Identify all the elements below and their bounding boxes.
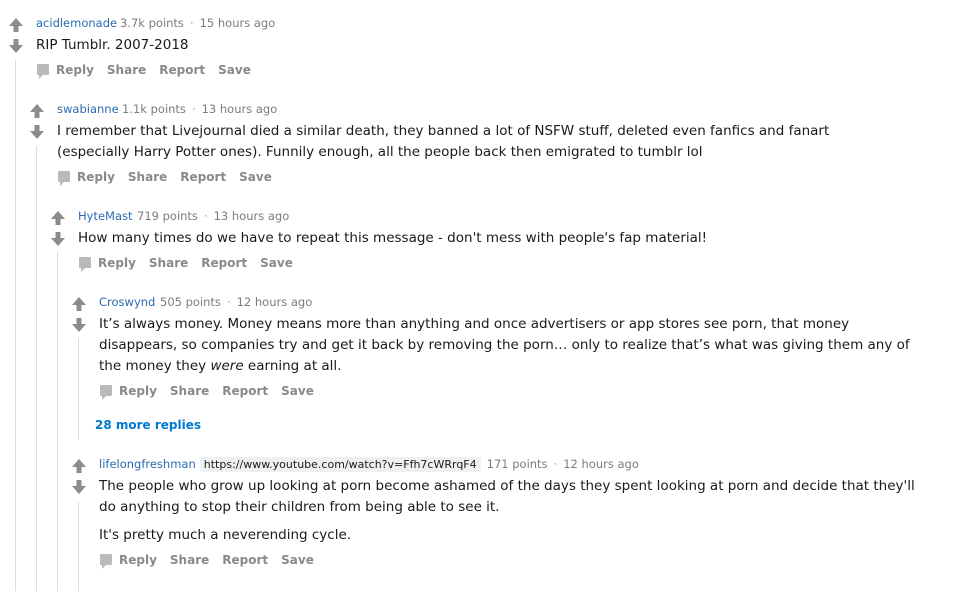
comment-text-emphasis: were: [210, 358, 244, 374]
comment-body: The people who grow up looking at porn b…: [99, 476, 915, 546]
thread-line-level-2[interactable]: [57, 252, 58, 591]
save-button[interactable]: Save: [281, 384, 314, 398]
meta-separator: ·: [226, 295, 231, 309]
save-button[interactable]: Save: [239, 170, 272, 184]
report-button[interactable]: Report: [222, 553, 268, 567]
downvote-arrow-icon[interactable]: [50, 231, 66, 247]
comment-body: RIP Tumblr. 2007-2018: [36, 35, 189, 56]
reply-button[interactable]: Reply: [79, 256, 149, 272]
comment-author[interactable]: HyteMast: [78, 209, 133, 223]
comment-text-line: do anything to stop their children from …: [99, 499, 500, 515]
comment-body: I remember that Livejournal died a simil…: [57, 121, 829, 163]
reply-button[interactable]: Reply: [37, 63, 107, 79]
comment-text-line: (especially Harry Potter ones). Funnily …: [57, 144, 703, 160]
comment-text-line: The people who grow up looking at porn b…: [99, 478, 915, 494]
comment-text: How many times do we have to repeat this…: [78, 230, 708, 246]
upvote-arrow-icon[interactable]: [8, 17, 24, 33]
report-button[interactable]: Report: [222, 384, 268, 398]
upvote-arrow-icon[interactable]: [71, 296, 87, 312]
thread-line-level-3[interactable]: [78, 338, 79, 440]
comment-actions: Reply Share Report Save: [58, 169, 285, 186]
report-button[interactable]: Report: [201, 256, 247, 270]
comment-text-line: disappears, so companies try and get it …: [99, 337, 910, 353]
comment-time[interactable]: 13 hours ago: [202, 102, 278, 116]
comment-time[interactable]: 15 hours ago: [200, 16, 276, 30]
comment-bubble-icon: [100, 553, 112, 569]
author-name[interactable]: lifelongfreshman: [99, 457, 196, 471]
comment-text: RIP Tumblr. 2007-2018: [36, 37, 189, 53]
comment-bubble-icon: [37, 63, 49, 79]
comment-points: 505 points: [160, 295, 221, 309]
comment-time[interactable]: 12 hours ago: [237, 295, 313, 309]
comment-meta: 1.1k points · 13 hours ago: [122, 102, 277, 116]
comment-author[interactable]: acidlemonade: [36, 16, 117, 30]
upvote-arrow-icon[interactable]: [50, 210, 66, 226]
downvote-arrow-icon[interactable]: [71, 317, 87, 333]
comment-text-fragment: the money they: [99, 358, 211, 374]
more-replies-link[interactable]: 28 more replies: [95, 418, 201, 432]
meta-separator: ·: [553, 457, 558, 471]
comment-author[interactable]: lifelongfreshman https://www.youtube.com/…: [99, 457, 639, 472]
comment-text-fragment: earning at all.: [243, 358, 342, 374]
comment-text-line: It’s always money. Money means more than…: [99, 316, 850, 332]
comment-bubble-icon: [100, 384, 112, 400]
comment-points: 1.1k points: [122, 102, 186, 116]
report-button[interactable]: Report: [180, 170, 226, 184]
reply-label: Reply: [98, 256, 136, 270]
reply-button[interactable]: Reply: [100, 553, 170, 569]
comment-meta: 171 points · 12 hours ago: [487, 457, 639, 471]
upvote-arrow-icon[interactable]: [29, 103, 45, 119]
reply-label: Reply: [119, 384, 157, 398]
comment-actions: Reply Share Report Save: [100, 383, 327, 400]
share-button[interactable]: Share: [170, 384, 209, 398]
comment-actions: Reply Share Report Save: [79, 255, 306, 272]
thread-line-level-0[interactable]: [15, 60, 16, 591]
share-button[interactable]: Share: [149, 256, 188, 270]
meta-separator: ·: [189, 16, 194, 30]
reply-button[interactable]: Reply: [100, 384, 170, 400]
comment-meta: 3.7k points · 15 hours ago: [120, 16, 275, 30]
thread-line-level-1[interactable]: [36, 146, 37, 591]
save-button[interactable]: Save: [260, 256, 293, 270]
comment-points: 171 points: [486, 457, 548, 471]
thread-line-level-3b[interactable]: [78, 502, 79, 591]
comment-time[interactable]: 12 hours ago: [563, 457, 639, 471]
reply-label: Reply: [56, 63, 94, 77]
comment-author[interactable]: Croswynd: [99, 295, 155, 309]
comment-text-line: the money they were earning at all.: [99, 356, 910, 377]
comment-meta: 719 points · 13 hours ago: [137, 209, 289, 223]
comment-author[interactable]: swabianne: [57, 102, 119, 116]
downvote-arrow-icon[interactable]: [8, 38, 24, 54]
upvote-arrow-icon[interactable]: [71, 458, 87, 474]
comment-actions: Reply Share Report Save: [100, 552, 327, 569]
comment-body: It’s always money. Money means more than…: [99, 314, 910, 377]
share-button[interactable]: Share: [107, 63, 146, 77]
share-button[interactable]: Share: [170, 553, 209, 567]
comment-points: 3.7k points: [120, 16, 184, 30]
comment-text-paragraph: It's pretty much a neverending cycle.: [99, 527, 352, 543]
reply-label: Reply: [77, 170, 115, 184]
reply-label: Reply: [119, 553, 157, 567]
comment-bubble-icon: [79, 256, 91, 272]
reply-button[interactable]: Reply: [58, 170, 128, 186]
comment-meta: 505 points · 12 hours ago: [160, 295, 312, 309]
comment-actions: Reply Share Report Save: [37, 62, 264, 79]
save-button[interactable]: Save: [281, 553, 314, 567]
downvote-arrow-icon[interactable]: [29, 124, 45, 140]
meta-separator: ·: [191, 102, 196, 116]
comment-body: How many times do we have to repeat this…: [78, 228, 707, 249]
comment-time[interactable]: 13 hours ago: [214, 209, 290, 223]
comment-bubble-icon: [58, 170, 70, 186]
comment-text-line: I remember that Livejournal died a simil…: [57, 123, 830, 139]
save-button[interactable]: Save: [218, 63, 251, 77]
share-button[interactable]: Share: [128, 170, 167, 184]
meta-separator: ·: [203, 209, 208, 223]
downvote-arrow-icon[interactable]: [71, 479, 87, 495]
report-button[interactable]: Report: [159, 63, 205, 77]
comment-points: 719 points: [137, 209, 198, 223]
user-flair: https://www.youtube.com/watch?v=Ffh7cWRr…: [199, 457, 481, 472]
